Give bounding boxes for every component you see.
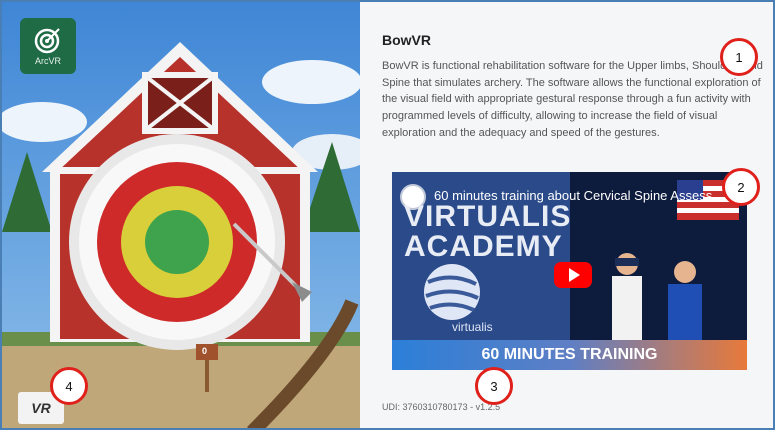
callout-marker-2: 2 bbox=[722, 168, 760, 206]
target-icon bbox=[34, 28, 60, 54]
archery-scene[interactable]: 0 ArcVR VR bbox=[2, 2, 360, 428]
callout-marker-1: 1 bbox=[720, 38, 758, 76]
app-logo: ArcVR bbox=[20, 18, 76, 74]
app-logo-label: ArcVR bbox=[34, 56, 61, 66]
target-sign-label: 0 bbox=[202, 346, 208, 356]
callout-marker-3: 3 bbox=[475, 367, 513, 405]
video-headline-1: VIRTUALIS bbox=[404, 200, 572, 233]
video-footer-banner: 60 MINUTES TRAINING bbox=[392, 340, 747, 370]
app-title: BowVR bbox=[382, 32, 431, 48]
udi-version: UDI: 3760310780173 - v1.2.5 bbox=[382, 402, 501, 412]
video-headline-2: ACADEMY bbox=[404, 230, 563, 263]
play-button[interactable] bbox=[554, 262, 592, 288]
video-brand: virtualis bbox=[452, 320, 493, 334]
callout-marker-4: 4 bbox=[50, 367, 88, 405]
video-player[interactable]: 60 minutes training about Cervical Spine… bbox=[392, 172, 747, 370]
play-icon bbox=[569, 268, 580, 282]
info-panel: BowVR BowVR is functional rehabilitation… bbox=[360, 2, 773, 428]
app-description: BowVR is functional rehabilitation softw… bbox=[382, 60, 763, 139]
